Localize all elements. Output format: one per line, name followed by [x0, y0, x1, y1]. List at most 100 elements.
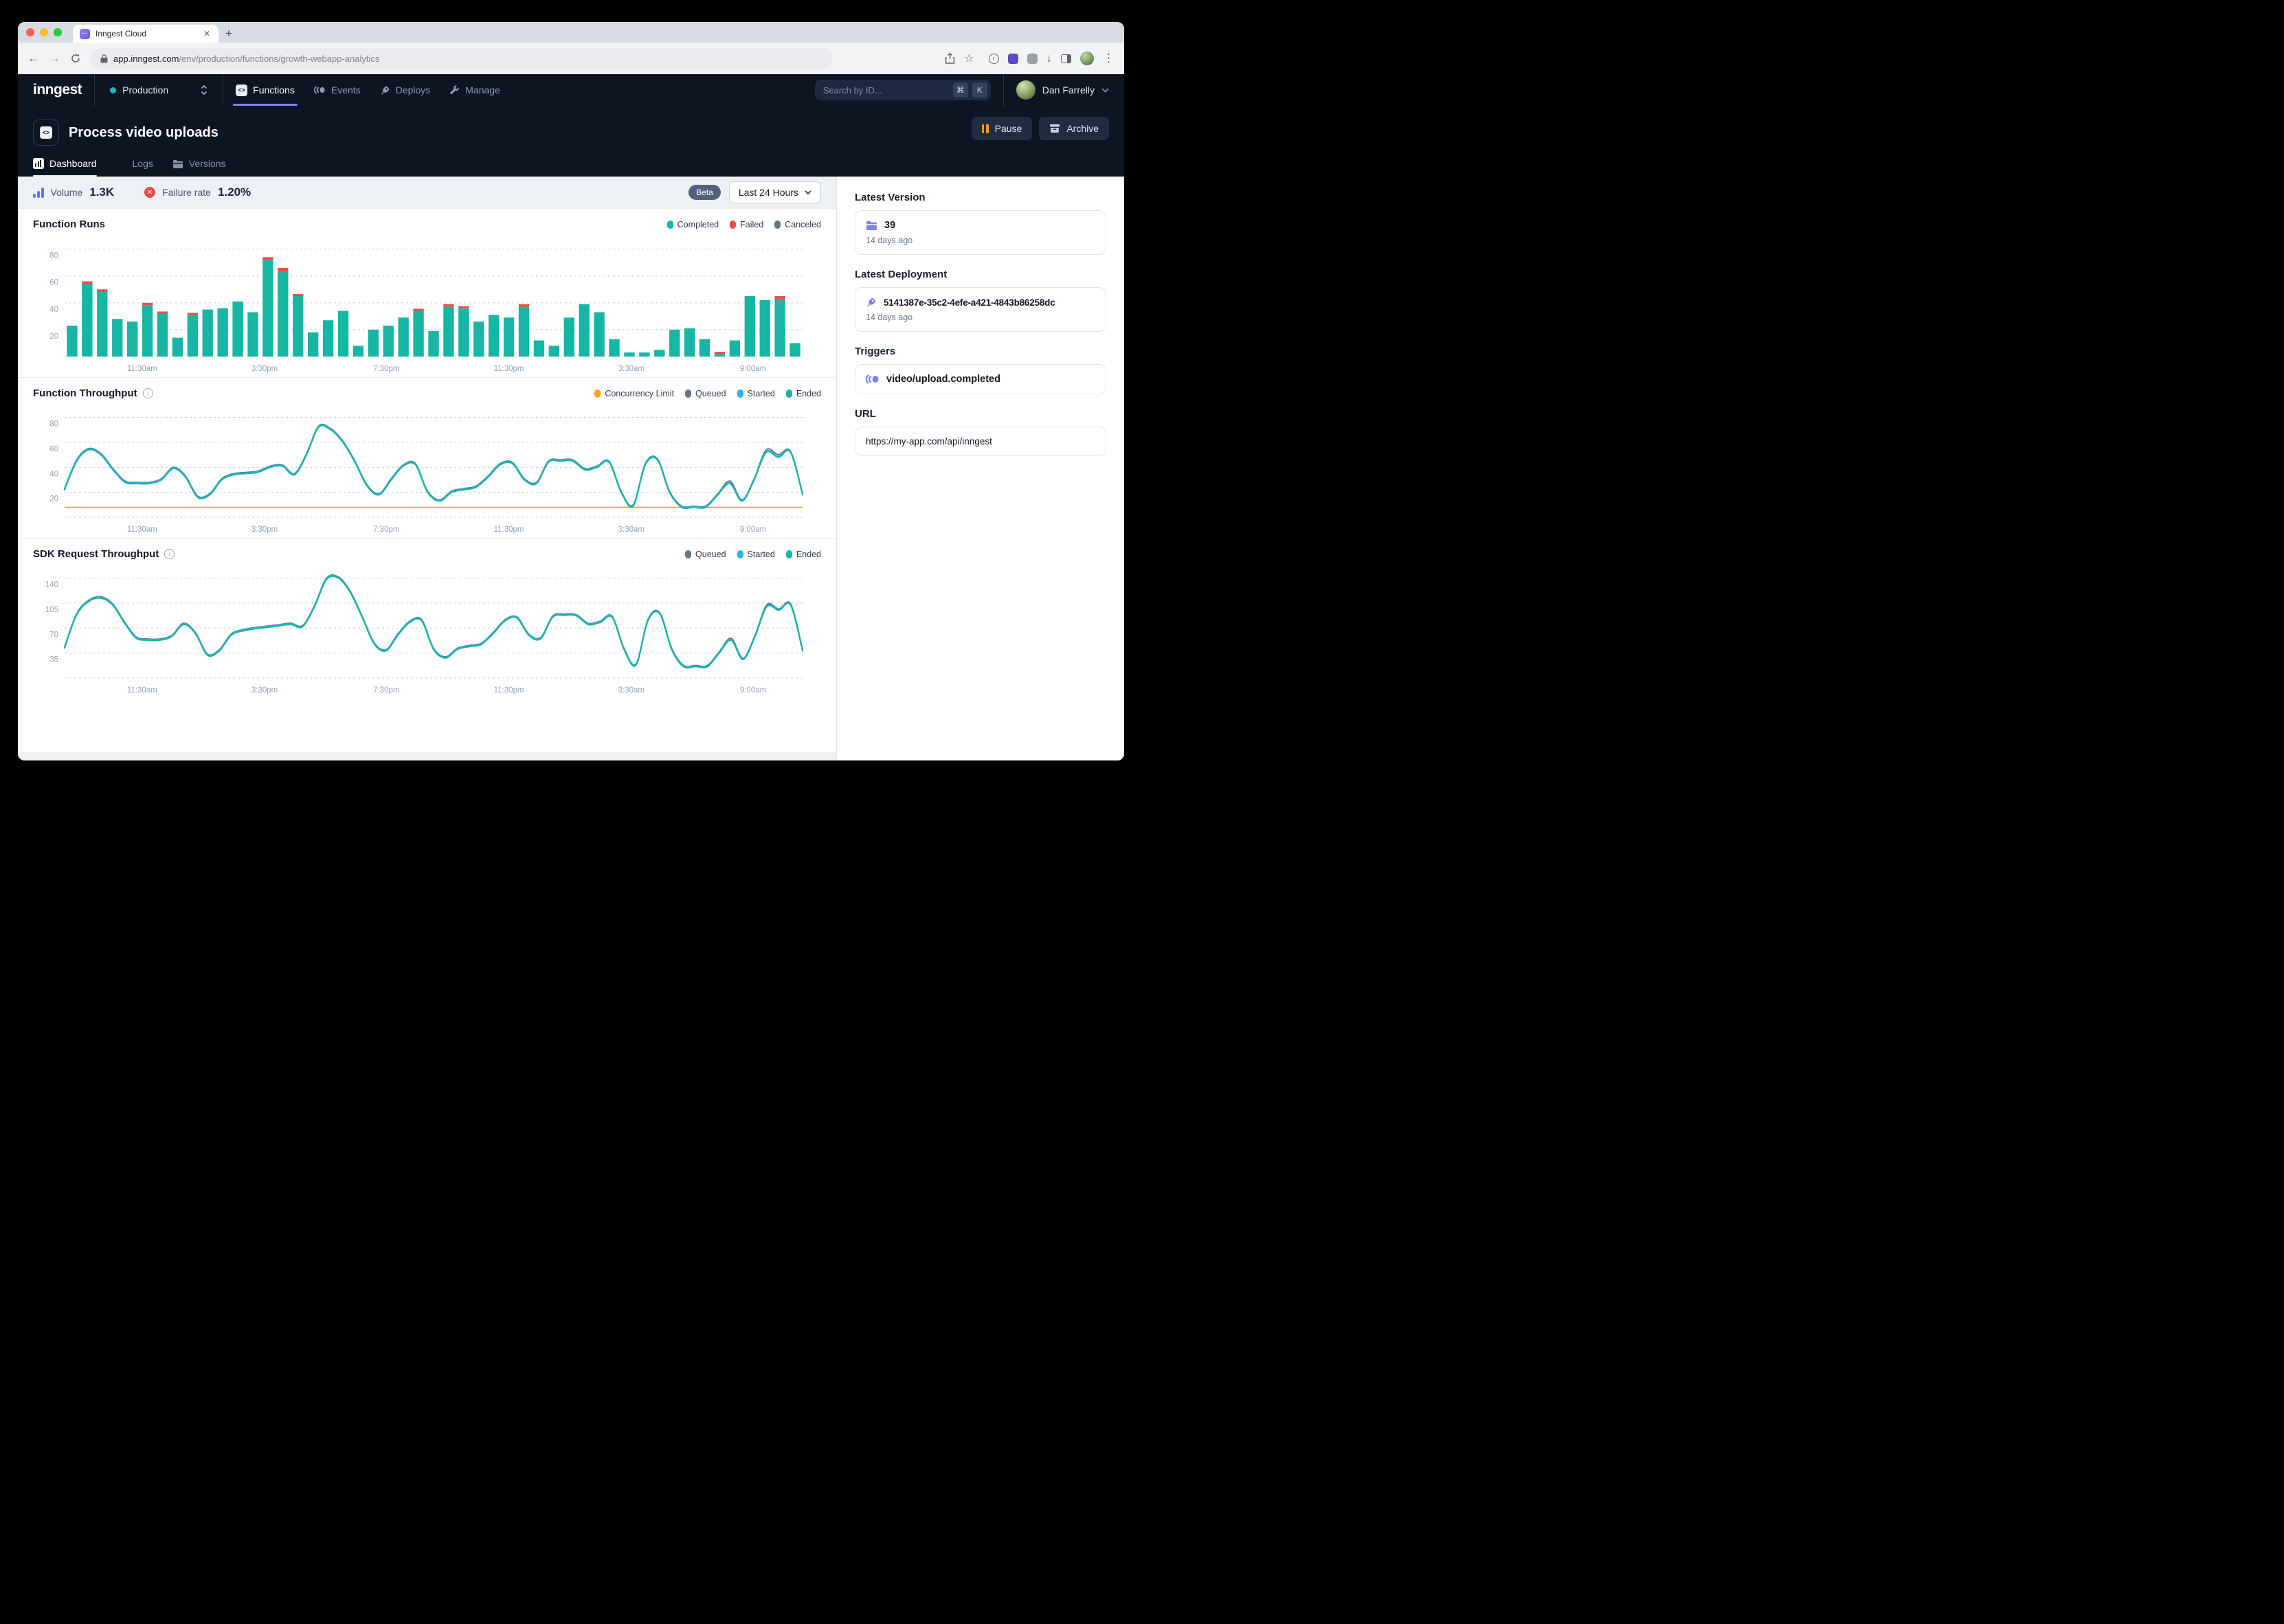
- close-window-button[interactable]: [26, 28, 34, 36]
- trigger-event-name: video/upload.completed: [886, 374, 1000, 385]
- pause-button[interactable]: Pause: [972, 117, 1033, 140]
- bar-failed: [413, 309, 423, 311]
- minimize-window-button[interactable]: [40, 28, 48, 36]
- tab-dashboard[interactable]: Dashboard: [33, 158, 97, 177]
- failure-rate-stat: ✕ Failure rate 1.20%: [144, 185, 251, 199]
- maximize-window-button[interactable]: [54, 28, 62, 36]
- browser-tab-bar: Inngest Cloud ✕ +: [18, 22, 1124, 43]
- footer-strip: [18, 752, 836, 760]
- bar-completed: [594, 313, 604, 357]
- new-tab-button[interactable]: +: [225, 27, 232, 41]
- selector-chevrons-icon: [201, 84, 208, 95]
- info-icon[interactable]: i: [143, 388, 153, 398]
- bar-completed: [519, 307, 529, 357]
- series-queued: [65, 425, 803, 508]
- y-axis-tick: 105: [45, 606, 58, 614]
- function-throughput-chart[interactable]: 2040608011:30am3:30pm7:30pm11:30pm3:30am…: [33, 399, 808, 537]
- bar-completed: [203, 310, 213, 357]
- nav-item-deploys[interactable]: Deploys: [380, 74, 431, 106]
- y-axis-tick: 20: [49, 495, 58, 504]
- deployment-time: 14 days ago: [866, 313, 1095, 322]
- back-icon[interactable]: ←: [27, 52, 39, 65]
- x-axis-tick: 11:30am: [127, 526, 157, 534]
- stats-bar: Volume 1.3K ✕ Failure rate 1.20% Beta La…: [18, 177, 836, 208]
- refresh-icon[interactable]: [70, 53, 81, 64]
- user-menu[interactable]: Dan Farrelly: [1016, 80, 1109, 100]
- chart-legend: QueuedStartedEnded: [685, 550, 821, 559]
- downloads-icon[interactable]: ↓: [1046, 52, 1053, 65]
- rocket-icon: [380, 85, 390, 95]
- bar-completed: [624, 352, 634, 357]
- browser-profile-avatar[interactable]: [1080, 52, 1094, 65]
- forward-icon[interactable]: →: [49, 52, 60, 65]
- legend-item: Started: [737, 389, 775, 398]
- x-axis-tick: 3:30pm: [251, 686, 278, 695]
- bar-completed: [428, 331, 438, 357]
- toolbar-icons: ☆ i ↓ ⋮: [945, 52, 1115, 65]
- share-icon[interactable]: [945, 53, 955, 64]
- volume-stat: Volume 1.3K: [33, 185, 114, 199]
- tab-versions[interactable]: Versions: [172, 158, 226, 177]
- nav-item-manage[interactable]: Manage: [449, 74, 500, 106]
- function-tabs: Dashboard >_ Logs Versions: [33, 158, 1109, 177]
- bar-completed: [247, 313, 258, 357]
- function-runs-chart[interactable]: 2040608011:30am3:30pm7:30pm11:30pm3:30am…: [33, 230, 808, 376]
- info-extension-icon[interactable]: i: [989, 54, 999, 64]
- user-avatar: [1016, 80, 1035, 100]
- latest-version-card[interactable]: 39 14 days ago: [855, 210, 1106, 255]
- bookmark-star-icon[interactable]: ☆: [964, 52, 974, 65]
- sdk-request-throughput-chart[interactable]: 357010514011:30am3:30pm7:30pm11:30pm3:30…: [33, 560, 808, 697]
- trigger-card[interactable]: video/upload.completed: [855, 364, 1106, 394]
- time-range-select[interactable]: Last 24 Hours: [729, 181, 821, 203]
- legend-item: Failed: [730, 220, 763, 229]
- legend-dot: [594, 390, 601, 398]
- bar-failed: [774, 296, 785, 299]
- bar-completed: [217, 308, 227, 357]
- latest-deployment-card[interactable]: 5141387e-35c2-4efe-a421-4843b86258dc 14 …: [855, 287, 1106, 332]
- bar-completed: [82, 284, 92, 357]
- bar-completed: [790, 343, 800, 357]
- bar-failed: [715, 352, 725, 354]
- inngest-favicon-icon: [80, 29, 90, 39]
- search-input[interactable]: [823, 85, 949, 95]
- legend-dot: [737, 550, 743, 559]
- inngest-logo[interactable]: inngest: [33, 82, 82, 98]
- sdk-throughput-section: SDK Request Throughput i QueuedStartedEn…: [18, 538, 836, 699]
- bar-completed: [564, 317, 574, 357]
- tab-close-icon[interactable]: ✕: [202, 29, 212, 38]
- bar-completed: [338, 311, 348, 357]
- x-axis-tick: 3:30pm: [251, 365, 278, 373]
- primary-nav: <> Functions Events Deploys Manage: [236, 74, 500, 106]
- legend-item: Ended: [786, 550, 821, 559]
- pause-icon: [982, 124, 989, 133]
- terminal-icon: >_: [116, 158, 127, 169]
- search-box[interactable]: ⌘ K: [815, 80, 991, 100]
- browser-tab[interactable]: Inngest Cloud ✕: [73, 25, 219, 43]
- nav-item-label: Deploys: [396, 84, 431, 95]
- extension-icon[interactable]: [1008, 54, 1018, 64]
- wrench-icon: [449, 85, 460, 95]
- tab-logs[interactable]: >_ Logs: [116, 158, 153, 177]
- bar-completed: [669, 330, 680, 357]
- y-axis-tick: 20: [49, 332, 58, 341]
- address-bar[interactable]: app.inngest.com/env/production/functions…: [91, 48, 833, 69]
- bar-completed: [774, 299, 785, 357]
- environment-selector[interactable]: Production: [107, 84, 210, 95]
- info-icon[interactable]: i: [164, 549, 175, 559]
- url-card[interactable]: https://my-app.com/api/inngest: [855, 427, 1106, 456]
- side-panel-icon[interactable]: [1061, 54, 1071, 63]
- cmd-keycap: ⌘: [953, 82, 968, 98]
- bar-completed: [443, 307, 454, 357]
- legend-dot: [685, 550, 691, 559]
- nav-item-functions[interactable]: <> Functions: [236, 74, 295, 106]
- browser-menu-icon[interactable]: ⋮: [1103, 52, 1115, 65]
- legend-dot: [737, 390, 743, 398]
- puzzle-extensions-icon[interactable]: [1027, 54, 1038, 64]
- bar-completed: [308, 332, 318, 357]
- bar-failed: [188, 313, 198, 315]
- archive-button[interactable]: Archive: [1039, 117, 1109, 140]
- x-axis-tick: 7:30pm: [373, 686, 399, 695]
- nav-item-events[interactable]: Events: [314, 74, 361, 106]
- chart-legend: CompletedFailedCanceled: [667, 220, 821, 229]
- y-axis-tick: 40: [49, 306, 58, 314]
